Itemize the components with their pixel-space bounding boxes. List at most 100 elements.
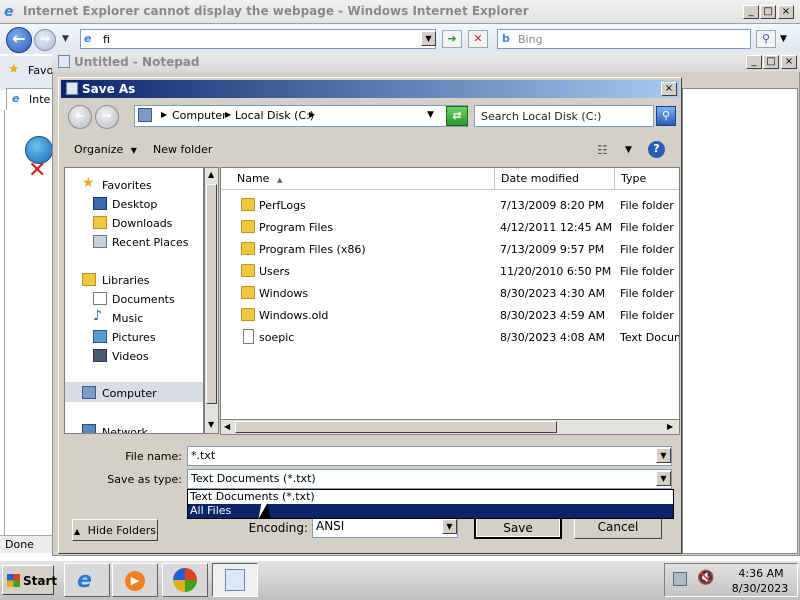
hide-folders-button[interactable]: ▲ Hide Folders <box>72 519 158 541</box>
new-folder-button[interactable]: New folder <box>153 143 212 156</box>
dialog-forward-button[interactable]: → <box>95 105 119 129</box>
search-icon[interactable]: ⚲ <box>656 106 676 126</box>
ie-close-button[interactable]: × <box>778 5 794 19</box>
volume-muted-icon[interactable]: 🔇 <box>697 570 714 586</box>
taskbar-windows[interactable] <box>162 563 208 597</box>
breadcrumb-chevron-icon[interactable]: ▶ <box>309 110 315 119</box>
ie-tab[interactable]: e Inte <box>6 88 58 110</box>
save-as-type-dropdown-button[interactable]: ▼ <box>656 471 671 486</box>
favorites-star-icon[interactable]: ★ <box>8 62 20 77</box>
file-type: File folder <box>620 309 674 322</box>
search-dropdown-icon[interactable]: ▼ <box>780 34 787 44</box>
column-header-type[interactable]: Type <box>615 168 679 190</box>
scroll-down-icon[interactable]: ▼ <box>208 420 214 429</box>
search-icon[interactable]: ⚲ <box>756 30 776 48</box>
taskbar-internet-explorer[interactable]: e <box>64 563 110 597</box>
save-as-close-button[interactable]: × <box>661 82 677 96</box>
file-name: Program Files (x86) <box>259 243 366 256</box>
dialog-search-box[interactable]: Search Local Disk (C:) <box>474 105 654 127</box>
file-row[interactable]: Program Files (x86) 7/13/2009 9:57 PM File… <box>221 239 679 261</box>
dropdown-option-text-documents[interactable]: Text Documents (*.txt) <box>188 490 673 504</box>
ie-history-dropdown-icon[interactable]: ▼ <box>62 34 69 44</box>
notepad-icon <box>66 82 78 95</box>
encoding-select[interactable]: ANSI <box>312 516 458 538</box>
nav-recent-places[interactable]: Recent Places <box>112 236 189 249</box>
page-icon: e <box>12 92 20 105</box>
scroll-left-icon[interactable]: ◀ <box>224 422 230 431</box>
encoding-dropdown-button[interactable]: ▼ <box>442 519 457 534</box>
file-row[interactable]: Windows.old 8/30/2023 4:59 AM File folder <box>221 305 679 327</box>
scroll-up-icon[interactable]: ▲ <box>208 170 214 179</box>
file-name: Program Files <box>259 221 334 234</box>
nav-music[interactable]: Music <box>112 312 143 325</box>
breadcrumb-separator-icon[interactable]: ▶ <box>161 110 167 119</box>
scroll-thumb[interactable] <box>206 184 217 404</box>
file-date: 7/13/2009 9:57 PM <box>500 243 605 256</box>
nav-favorites[interactable]: Favorites <box>102 179 152 192</box>
nav-desktop[interactable]: Desktop <box>112 198 157 211</box>
refresh-icon[interactable]: ⇄ <box>446 106 468 126</box>
favorites-star-icon: ★ <box>82 175 95 191</box>
breadcrumb-computer[interactable]: Computer <box>172 109 227 122</box>
save-as-type-select[interactable]: Text Documents (*.txt) <box>187 469 672 489</box>
nav-libraries[interactable]: Libraries <box>102 274 150 287</box>
organize-button[interactable]: Organize ▼ <box>74 143 137 156</box>
videos-icon <box>93 349 107 362</box>
clock-date[interactable]: 8/30/2023 <box>725 582 795 595</box>
ie-forward-button[interactable]: → <box>34 29 56 51</box>
nav-videos[interactable]: Videos <box>112 350 149 363</box>
ie-tab-label: Inte <box>29 93 51 106</box>
breadcrumb-local-disk[interactable]: Local Disk (C:) <box>235 109 314 122</box>
breadcrumb[interactable]: ▶ Computer ▶ Local Disk (C:) ▶ ▼ <box>134 105 468 127</box>
nav-downloads[interactable]: Downloads <box>112 217 172 230</box>
breadcrumb-dropdown-icon[interactable]: ▼ <box>427 110 434 120</box>
file-row[interactable]: Windows 8/30/2023 4:30 AM File folder <box>221 283 679 305</box>
notepad-maximize-button[interactable]: □ <box>763 55 779 69</box>
file-row[interactable]: soepic 8/30/2023 4:08 AM Text Docume <box>221 327 679 349</box>
file-name-dropdown-button[interactable]: ▼ <box>656 448 671 463</box>
file-name-input[interactable]: *.txt <box>187 446 672 466</box>
nav-network[interactable]: Network <box>102 426 148 433</box>
file-type: File folder <box>620 243 674 256</box>
notepad-close-button[interactable]: × <box>781 55 797 69</box>
view-dropdown-icon[interactable]: ▼ <box>625 145 632 155</box>
help-icon[interactable]: ? <box>648 141 665 158</box>
file-type: File folder <box>620 221 674 234</box>
dialog-search-placeholder: Search Local Disk (C:) <box>481 110 602 123</box>
file-row[interactable]: Program Files 4/12/2011 12:45 AM File fold… <box>221 217 679 239</box>
view-options-icon[interactable]: ☷ <box>597 143 608 157</box>
nav-documents[interactable]: Documents <box>112 293 175 306</box>
computer-icon <box>82 386 96 399</box>
column-header-name[interactable]: Name ▲ <box>221 168 495 190</box>
ie-search-box[interactable]: b Bing <box>497 29 751 49</box>
go-arrow-icon[interactable]: ➜ <box>442 30 462 48</box>
file-row[interactable]: Users 11/20/2010 6:50 PM File folder <box>221 261 679 283</box>
ie-back-button[interactable]: ← <box>6 27 32 53</box>
notepad-edit-area[interactable] <box>682 88 798 554</box>
ie-maximize-button[interactable]: □ <box>760 5 776 19</box>
scroll-right-icon[interactable]: ▶ <box>667 422 673 431</box>
file-row[interactable]: PerfLogs 7/13/2009 8:20 PM File folder <box>221 195 679 217</box>
clock-time[interactable]: 4:36 AM <box>729 567 793 580</box>
ie-address-bar[interactable]: e fi <box>80 29 436 49</box>
stop-icon[interactable]: ✕ <box>468 30 488 48</box>
network-icon[interactable] <box>673 572 687 586</box>
start-button[interactable]: Start <box>2 565 57 595</box>
file-name-label: File name: <box>125 450 182 463</box>
dialog-back-button[interactable]: ← <box>68 105 92 129</box>
column-header-date[interactable]: Date modified <box>495 168 615 190</box>
notepad-minimize-button[interactable]: _ <box>746 55 762 69</box>
recent-places-icon <box>93 235 107 248</box>
nav-computer[interactable]: Computer <box>102 387 157 400</box>
breadcrumb-separator-icon[interactable]: ▶ <box>225 110 231 119</box>
scroll-thumb[interactable] <box>235 421 557 433</box>
navigation-scrollbar[interactable]: ▲ ▼ <box>204 167 219 434</box>
nav-pictures[interactable]: Pictures <box>112 331 156 344</box>
page-icon: e <box>84 32 92 45</box>
file-list-horizontal-scrollbar[interactable]: ◀ ▶ <box>220 419 680 435</box>
ie-favorites-label[interactable]: Favo <box>28 64 53 77</box>
taskbar-notepad[interactable] <box>212 563 258 597</box>
taskbar-media-player[interactable]: ▶ <box>112 563 158 597</box>
ie-minimize-button[interactable]: _ <box>743 5 759 19</box>
ie-address-dropdown-button[interactable]: ▼ <box>421 31 436 46</box>
